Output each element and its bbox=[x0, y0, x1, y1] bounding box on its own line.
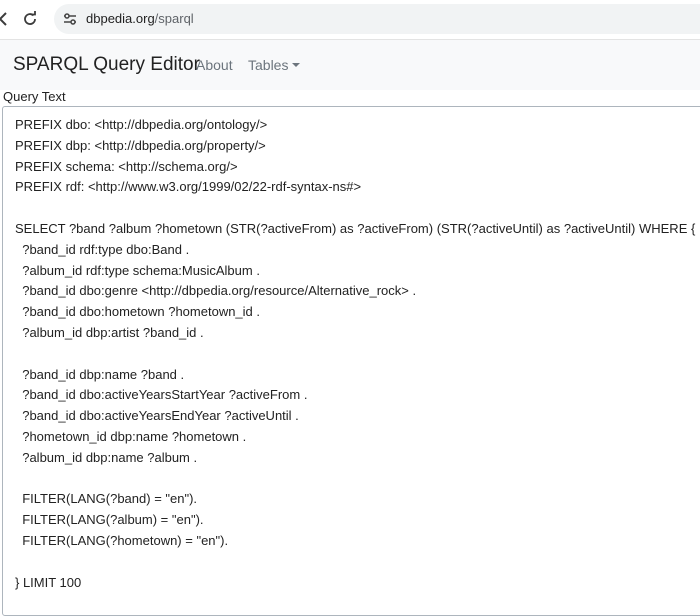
site-navbar: SPARQL Query Editor About Tables bbox=[0, 40, 700, 90]
query-line: PREFIX dbo: <http://dbpedia.org/ontology… bbox=[15, 117, 268, 132]
url-host: dbpedia.org bbox=[86, 11, 155, 26]
query-line: ?band_id dbo:activeYearsStartYear ?activ… bbox=[15, 387, 308, 403]
address-bar[interactable]: dbpedia.org/sparql bbox=[54, 4, 700, 34]
nav-tables-dropdown[interactable]: Tables bbox=[248, 57, 301, 73]
query-line: FILTER(LANG(?album) = "en"). bbox=[15, 512, 204, 528]
query-line: SELECT ?band ?album ?hometown (STR(?acti… bbox=[15, 220, 696, 236]
nav-about-link[interactable]: About bbox=[196, 57, 233, 73]
query-line: PREFIX dbp: <http://dbpedia.org/property… bbox=[15, 137, 266, 153]
back-arrow-icon[interactable] bbox=[0, 9, 14, 29]
query-line bbox=[15, 344, 695, 365]
nav-tables-label: Tables bbox=[248, 57, 289, 73]
query-line: } LIMIT 100 bbox=[15, 574, 82, 590]
query-line: ?band_id rdf:type dbo:Band . bbox=[15, 241, 190, 257]
query-line: ?album_id dbp:artist ?band_id . bbox=[15, 324, 204, 340]
query-line: ?album_id dbp:name ?album . bbox=[15, 449, 198, 465]
query-line: ?hometown_id dbp:name ?hometown . bbox=[15, 428, 247, 444]
tune-icon[interactable] bbox=[62, 11, 78, 27]
query-textarea[interactable]: PREFIX dbo: <http://dbpedia.org/ontology… bbox=[2, 106, 700, 616]
url-path: /sparql bbox=[154, 11, 194, 26]
query-line: PREFIX schema: <http://schema.org/> bbox=[15, 158, 238, 174]
caret-down-icon bbox=[292, 63, 301, 67]
url-text[interactable]: dbpedia.org/sparql bbox=[86, 11, 194, 26]
reload-icon[interactable] bbox=[20, 9, 40, 29]
query-text-label: Query Text bbox=[3, 89, 66, 104]
query-line: ?band_id dbo:hometown ?hometown_id . bbox=[15, 304, 261, 320]
query-text-content: PREFIX dbo: <http://dbpedia.org/ontology… bbox=[15, 115, 695, 593]
brand-title[interactable]: SPARQL Query Editor bbox=[13, 54, 200, 76]
query-line: FILTER(LANG(?hometown) = "en"). bbox=[15, 532, 229, 548]
query-line bbox=[15, 552, 695, 573]
query-line: ?band_id dbp:name ?band . bbox=[15, 366, 185, 382]
browser-toolbar: dbpedia.org/sparql bbox=[0, 0, 700, 40]
query-line: ?band_id dbo:activeYearsEndYear ?activeU… bbox=[15, 408, 299, 424]
query-line bbox=[15, 198, 695, 219]
query-line: ?band_id dbo:genre <http://dbpedia.org/r… bbox=[15, 283, 417, 299]
query-line: FILTER(LANG(?band) = "en"). bbox=[15, 491, 198, 507]
query-line bbox=[15, 469, 695, 490]
query-line: PREFIX rdf: <http://www.w3.org/1999/02/2… bbox=[15, 179, 362, 195]
query-line: ?album_id rdf:type schema:MusicAlbum . bbox=[15, 262, 260, 278]
